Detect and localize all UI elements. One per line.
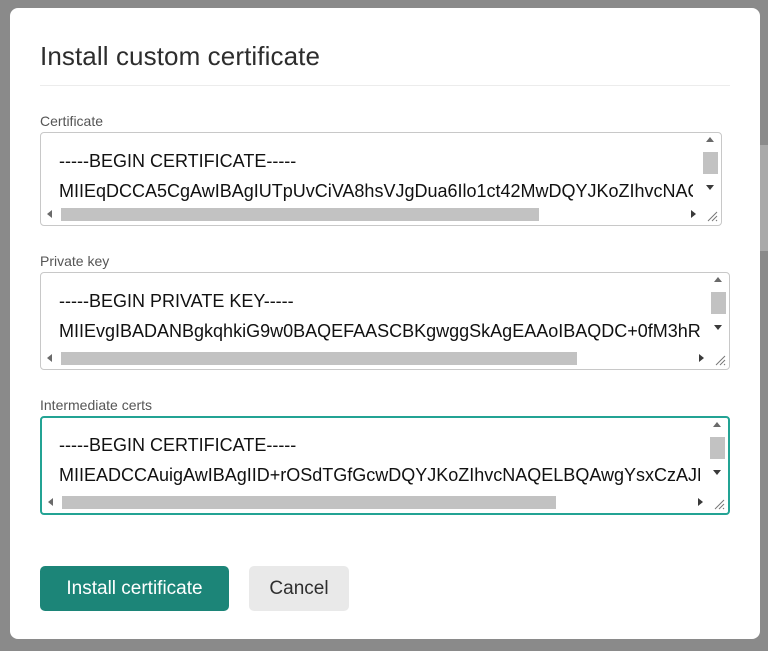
intermediate-certs-content: -----BEGIN CERTIFICATE----- MIIEADCCAuigA…: [59, 435, 700, 485]
scroll-thumb[interactable]: [62, 496, 556, 509]
scroll-down-arrow-icon[interactable]: [706, 185, 714, 190]
private-key-label: Private key: [40, 253, 110, 269]
scroll-down-arrow-icon[interactable]: [713, 470, 721, 475]
scroll-left-arrow-icon[interactable]: [48, 498, 53, 506]
scroll-left-arrow-icon[interactable]: [47, 210, 52, 218]
dialog-title: Install custom certificate: [40, 41, 321, 71]
scroll-left-arrow-icon[interactable]: [47, 354, 52, 362]
install-certificate-button[interactable]: Install certificate: [40, 566, 229, 611]
scroll-thumb[interactable]: [703, 152, 718, 174]
intermediate-certs-label: Intermediate certs: [40, 397, 153, 413]
vertical-scrollbar[interactable]: [709, 420, 726, 496]
private-key-textarea[interactable]: -----BEGIN PRIVATE KEY----- MIIEvgIBADANB…: [40, 272, 730, 370]
intermediate-certs-textarea[interactable]: -----BEGIN CERTIFICATE----- MIIEADCCAuigA…: [40, 416, 730, 515]
cancel-button[interactable]: Cancel: [249, 566, 349, 611]
scroll-thumb[interactable]: [61, 208, 539, 221]
certificate-content: -----BEGIN CERTIFICATE----- MIIEqDCCA5CgA…: [59, 151, 693, 201]
scroll-up-arrow-icon[interactable]: [706, 137, 714, 142]
scroll-up-arrow-icon[interactable]: [713, 422, 721, 427]
scroll-up-arrow-icon[interactable]: [714, 277, 722, 282]
horizontal-scrollbar[interactable]: [44, 494, 709, 511]
title-divider: [40, 85, 730, 86]
resize-grip-icon[interactable]: [702, 206, 719, 223]
scroll-right-arrow-icon[interactable]: [698, 498, 703, 506]
private-key-content: -----BEGIN PRIVATE KEY----- MIIEvgIBADANB…: [59, 291, 701, 341]
resize-grip-icon[interactable]: [709, 494, 726, 511]
scroll-thumb[interactable]: [61, 352, 577, 365]
vertical-scrollbar[interactable]: [702, 135, 719, 208]
certificate-textarea[interactable]: -----BEGIN CERTIFICATE----- MIIEqDCCA5CgA…: [40, 132, 722, 226]
vertical-scrollbar[interactable]: [710, 275, 727, 352]
scroll-right-arrow-icon[interactable]: [699, 354, 704, 362]
resize-grip-icon[interactable]: [710, 350, 727, 367]
scroll-thumb[interactable]: [710, 437, 725, 459]
horizontal-scrollbar[interactable]: [43, 350, 710, 367]
scroll-down-arrow-icon[interactable]: [714, 325, 722, 330]
scroll-right-arrow-icon[interactable]: [691, 210, 696, 218]
certificate-label: Certificate: [40, 113, 104, 129]
scroll-thumb[interactable]: [711, 292, 726, 314]
install-certificate-dialog: Install custom certificate Certificate -…: [10, 8, 760, 639]
horizontal-scrollbar[interactable]: [43, 206, 702, 223]
